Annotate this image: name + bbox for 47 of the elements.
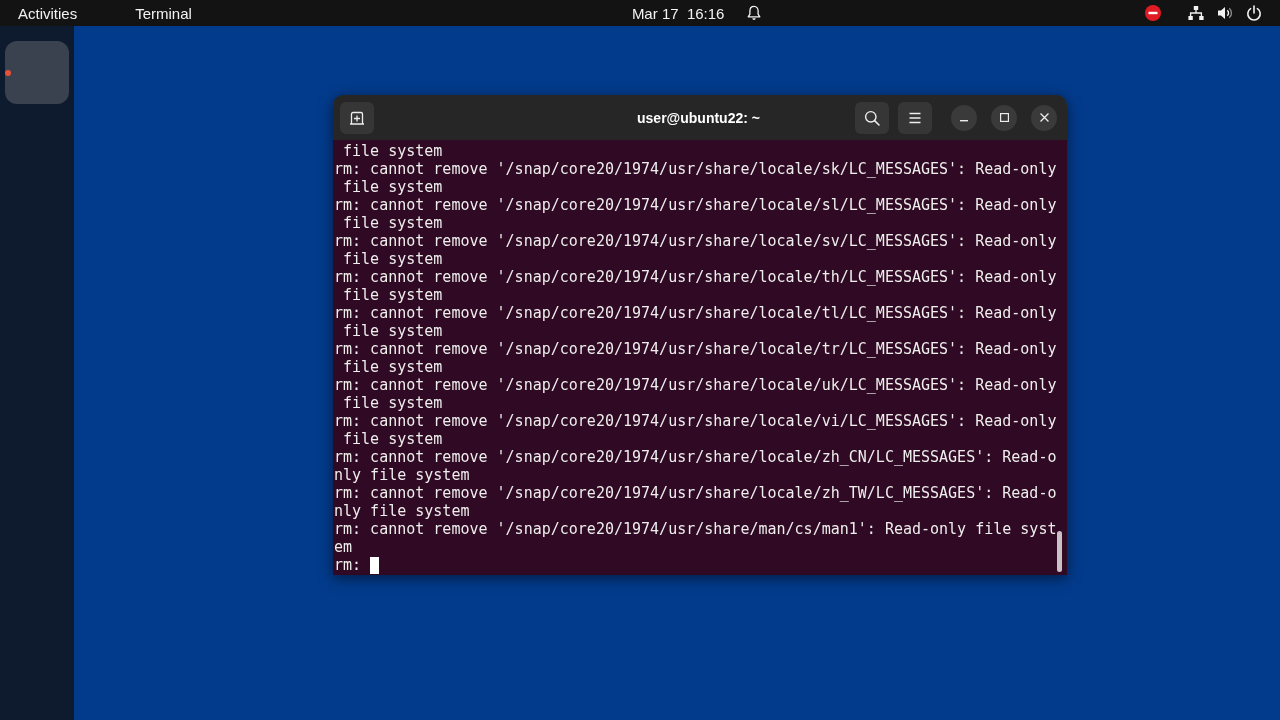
terminal-line: file system: [342, 214, 443, 232]
terminal-line: rm: cannot remove '/snap/core20/1974/usr/share/locale/sk/LC_MESSAGES': Read-only: [334, 160, 1057, 178]
menu-button[interactable]: [898, 101, 932, 134]
terminal-line: file system: [342, 178, 443, 196]
terminal-line: rm: cannot remove '/snap/core20/1974/usr/share/locale/th/LC_MESSAGES': Read-only: [334, 268, 1057, 286]
new-tab-icon: [349, 109, 365, 126]
terminal-line: rm: cannot remove '/snap/core20/1974/usr/share/locale/sv/LC_MESSAGES': Read-only: [334, 232, 1057, 250]
text-cursor: [370, 556, 380, 574]
dock-app-tile[interactable]: [5, 41, 69, 104]
terminal-line: rm: cannot remove '/snap/core20/1974/usr/share/locale/zh_CN/LC_MESSAGES': Read-o: [334, 448, 1057, 466]
terminal-line: file system: [342, 394, 443, 412]
terminal-line: rm: cannot remove '/snap/core20/1974/usr/share/locale/uk/LC_MESSAGES': Read-only: [334, 376, 1057, 394]
prompt-text: rm:: [334, 556, 362, 574]
terminal-line: rm: cannot remove '/snap/core20/1974/usr/share/locale/sl/LC_MESSAGES': Read-only: [334, 196, 1057, 214]
window-title: user@ubuntu22: ~: [637, 109, 760, 126]
volume-icon[interactable]: [1217, 5, 1233, 21]
clock-button[interactable]: Mar 17 16:16: [625, 0, 731, 26]
new-tab-button[interactable]: [340, 101, 374, 134]
network-icon[interactable]: [1188, 6, 1204, 20]
bell-icon[interactable]: [747, 5, 762, 21]
terminal-line: file system: [342, 250, 443, 268]
terminal-line: file system: [342, 142, 443, 160]
minimize-icon: [960, 120, 968, 122]
terminal-line: rm: cannot remove '/snap/core20/1974/usr/share/locale/tl/LC_MESSAGES': Read-only: [334, 304, 1057, 322]
power-icon[interactable]: [1246, 5, 1262, 21]
maximize-button[interactable]: [991, 104, 1017, 131]
terminal-line: file system: [342, 358, 443, 376]
minimize-button[interactable]: [951, 104, 977, 131]
terminal-line: rm: cannot remove '/snap/core20/1974/usr/share/locale/vi/LC_MESSAGES': Read-only: [334, 412, 1057, 430]
terminal-line: rm: cannot remove '/snap/core20/1974/usr/share/locale/tr/LC_MESSAGES': Read-only: [334, 340, 1057, 358]
activities-button[interactable]: Activities: [0, 0, 96, 26]
scrollbar-thumb[interactable]: [1057, 531, 1062, 572]
app-menu-button[interactable]: Terminal: [117, 0, 210, 26]
no-entry-icon[interactable]: [1145, 5, 1161, 21]
terminal-line: em: [334, 538, 353, 556]
terminal-line: file system: [342, 430, 443, 448]
close-button[interactable]: [1031, 104, 1057, 131]
terminal-line: file system: [342, 322, 443, 340]
search-button[interactable]: [855, 101, 889, 134]
terminal-line: rm: cannot remove '/snap/core20/1974/usr/share/locale/zh_TW/LC_MESSAGES': Read-o: [334, 484, 1057, 502]
close-icon: [1039, 113, 1049, 122]
terminal-line: nly file system: [334, 502, 470, 520]
maximize-icon: [999, 113, 1009, 122]
terminal-line: nly file system: [334, 466, 470, 484]
terminal-line: file system: [342, 286, 443, 304]
terminal-line: rm: cannot remove '/snap/core20/1974/usr/share/man/cs/man1': Read-only file syst: [334, 520, 1057, 538]
search-icon: [864, 109, 880, 126]
